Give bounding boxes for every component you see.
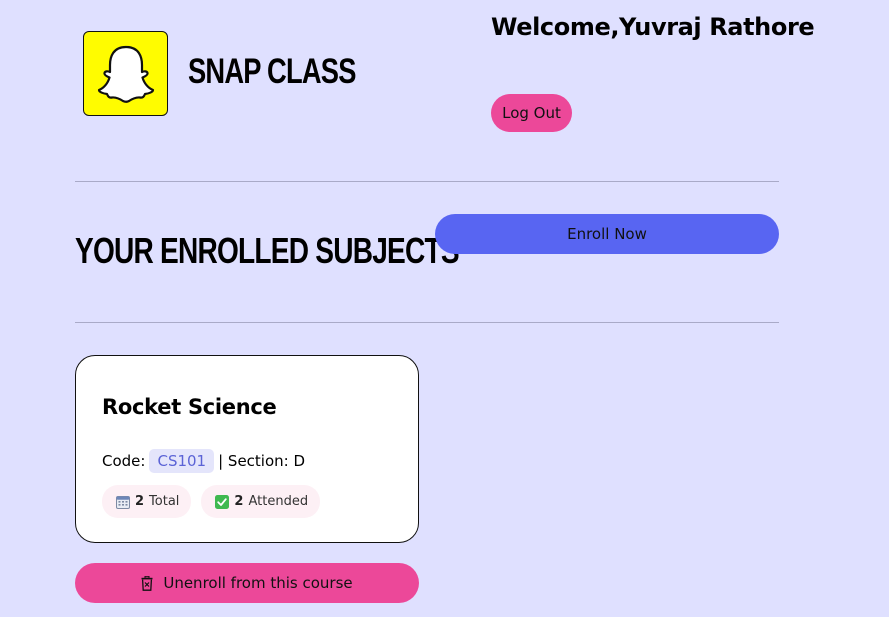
unenroll-label: Unenroll from this course [163,574,353,592]
divider-top [75,181,779,182]
checkmark-icon [215,494,230,509]
calendar-icon [116,495,130,509]
enroll-now-button[interactable]: Enroll Now [435,214,779,254]
ghost-icon [97,45,154,103]
divider-middle [75,322,779,323]
total-label: Total [149,494,180,509]
course-code-badge: CS101 [149,449,215,473]
logout-button[interactable]: Log Out [491,94,572,132]
trash-icon [141,575,153,591]
section-title: YOUR ENROLLED SUBJECTS [75,230,460,271]
brand-name: SNAP CLASS [188,52,356,91]
course-code-line: Code: CS101 | Section: D [102,449,305,473]
course-card: Rocket Science Code: CS101 | Section: D … [75,355,419,543]
code-label: Code: [102,452,146,470]
unenroll-button[interactable]: Unenroll from this course [75,563,419,603]
attended-stat: 2 Attended [201,485,321,518]
attended-count: 2 [234,494,244,509]
total-count: 2 [135,494,145,509]
course-name: Rocket Science [102,395,277,419]
welcome-message: Welcome,Yuvraj Rathore [491,13,815,41]
course-stats: 2 Total 2 Attended [102,485,321,518]
attended-label: Attended [248,494,309,509]
section-text: | Section: D [218,452,306,470]
snapchat-logo [83,31,168,116]
page: SNAP CLASS Welcome,Yuvraj Rathore Log Ou… [0,0,889,617]
total-stat: 2 Total [102,485,192,518]
